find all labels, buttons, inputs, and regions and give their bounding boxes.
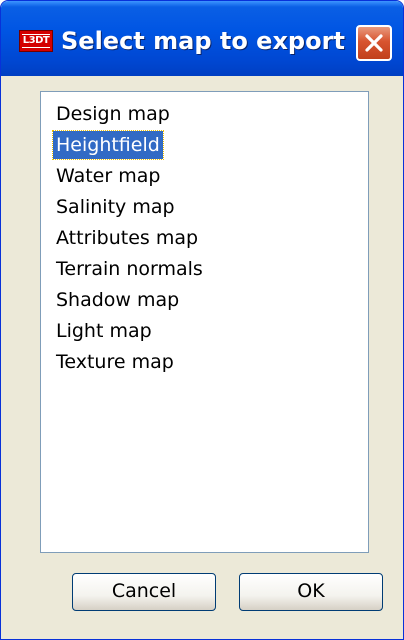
list-item-water-map[interactable]: Water map — [53, 162, 163, 190]
cancel-button[interactable]: Cancel — [72, 573, 216, 611]
list-item-salinity-map[interactable]: Salinity map — [53, 193, 178, 221]
title-bar[interactable]: L3DT Select map to export — [1, 1, 403, 76]
dialog-body: Design map Heightfield Water map Salinit… — [6, 76, 398, 636]
close-icon — [365, 34, 383, 52]
list-item-design-map[interactable]: Design map — [53, 100, 173, 128]
l3dt-app-icon: L3DT — [19, 30, 53, 52]
dialog-title: Select map to export — [61, 27, 345, 55]
list-item-light-map[interactable]: Light map — [53, 317, 155, 345]
ok-button[interactable]: OK — [239, 573, 383, 611]
list-item-texture-map[interactable]: Texture map — [53, 348, 177, 376]
map-listbox[interactable]: Design map Heightfield Water map Salinit… — [40, 91, 369, 553]
export-map-dialog: L3DT Select map to export Design map Hei… — [0, 0, 404, 640]
list-item-attributes-map[interactable]: Attributes map — [53, 224, 201, 252]
list-item-terrain-normals[interactable]: Terrain normals — [53, 255, 206, 283]
list-item-shadow-map[interactable]: Shadow map — [53, 286, 182, 314]
close-button[interactable] — [356, 25, 392, 61]
list-item-heightfield[interactable]: Heightfield — [52, 130, 164, 160]
